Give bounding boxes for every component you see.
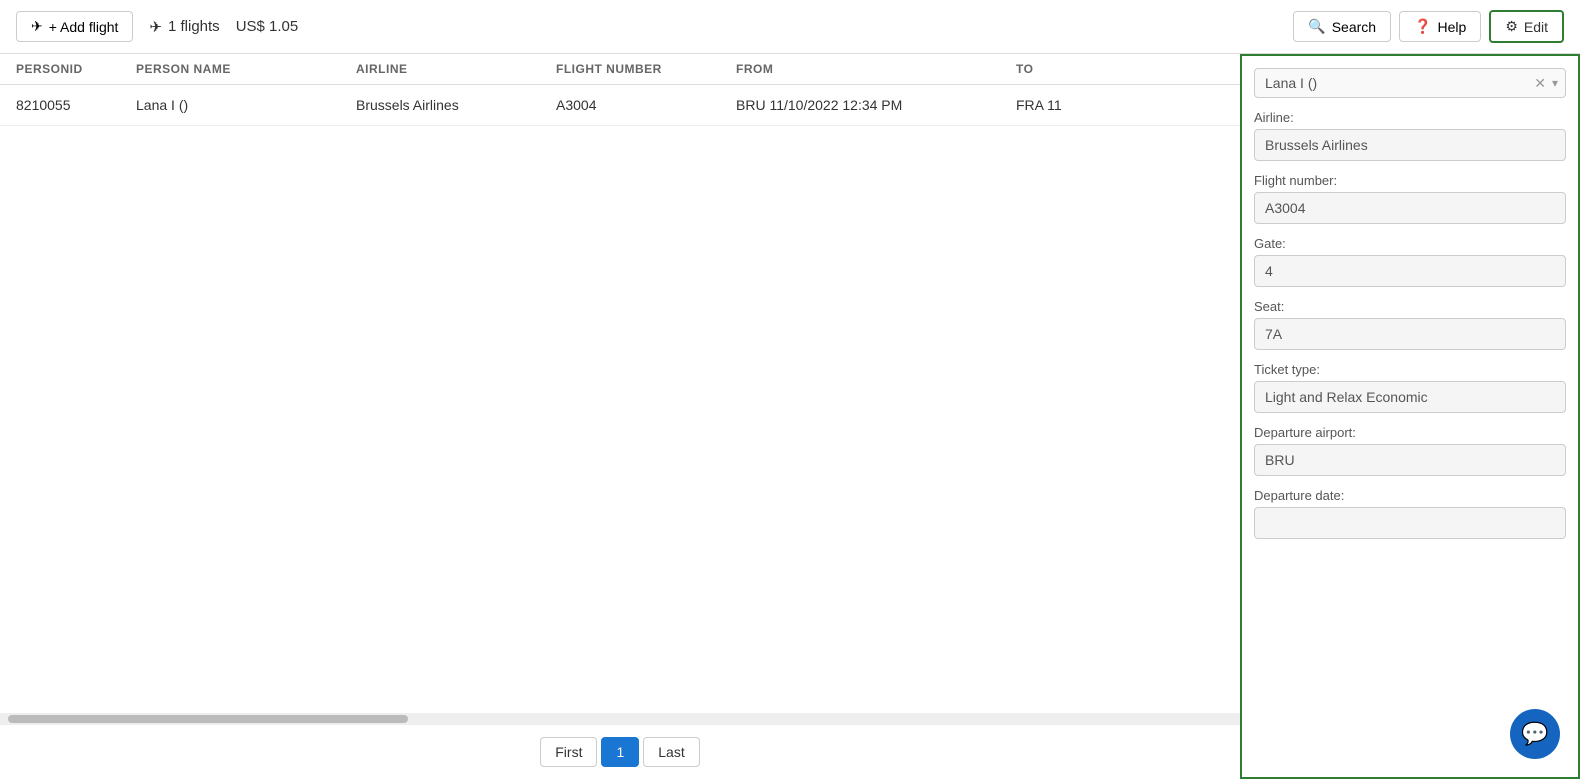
flight-number-value: A3004 — [1254, 192, 1566, 224]
gate-value: 4 — [1254, 255, 1566, 287]
table-area: PERSONID PERSON NAME AIRLINE FLIGHT NUMB… — [0, 54, 1240, 779]
departure-date-field-group: Departure date: — [1254, 488, 1566, 539]
add-flight-button[interactable]: ✈ + Add flight — [16, 11, 133, 42]
cell-flight-number: A3004 — [556, 97, 736, 113]
seat-value: 7A — [1254, 318, 1566, 350]
topbar: ✈ + Add flight ✈ 1 flights US$ 1.05 🔍 Se… — [0, 0, 1580, 54]
right-panel: ✕ ▾ Airline: Brussels Airlines Flight nu… — [1240, 54, 1580, 779]
pagination: First 1 Last — [0, 725, 1240, 779]
topbar-right: 🔍 Search ❓ Help ⚙ Edit — [1293, 10, 1564, 43]
seat-label: Seat: — [1254, 299, 1566, 314]
departure-date-label: Departure date: — [1254, 488, 1566, 503]
search-button[interactable]: 🔍 Search — [1293, 11, 1391, 42]
cost-display: US$ 1.05 — [236, 18, 299, 35]
chat-bubble-button[interactable]: 💬 — [1510, 709, 1560, 759]
table-header: PERSONID PERSON NAME AIRLINE FLIGHT NUMB… — [0, 54, 1240, 85]
last-page-button[interactable]: Last — [643, 737, 699, 767]
search-icon: 🔍 — [1308, 18, 1325, 35]
edit-button[interactable]: ⚙ Edit — [1489, 10, 1564, 43]
edit-label: Edit — [1524, 19, 1548, 35]
topbar-left: ✈ + Add flight ✈ 1 flights US$ 1.05 — [16, 11, 1277, 42]
help-icon: ❓ — [1414, 18, 1431, 35]
airline-label: Airline: — [1254, 110, 1566, 125]
col-flight-number: FLIGHT NUMBER — [556, 62, 736, 76]
ticket-type-value: Light and Relax Economic — [1254, 381, 1566, 413]
cell-person-name: Lana I () — [136, 97, 356, 113]
cell-airline: Brussels Airlines — [356, 97, 556, 113]
departure-airport-value: BRU — [1254, 444, 1566, 476]
ticket-type-label: Ticket type: — [1254, 362, 1566, 377]
help-label: Help — [1438, 19, 1467, 35]
flight-number-field-group: Flight number: A3004 — [1254, 173, 1566, 224]
airline-value: Brussels Airlines — [1254, 129, 1566, 161]
departure-airport-field-group: Departure airport: BRU — [1254, 425, 1566, 476]
person-search-wrapper: ✕ ▾ — [1254, 68, 1566, 98]
cost-label: US$ 1.05 — [236, 18, 299, 35]
cell-personid: 8210055 — [16, 97, 136, 113]
person-search-input[interactable] — [1254, 68, 1566, 98]
first-page-button[interactable]: First — [540, 737, 597, 767]
col-personid: PERSONID — [16, 62, 136, 76]
cell-from: BRU 11/10/2022 12:34 PM — [736, 97, 1016, 113]
col-person-name: PERSON NAME — [136, 62, 356, 76]
flights-count-label: 1 flights — [168, 18, 220, 35]
gate-field-group: Gate: 4 — [1254, 236, 1566, 287]
col-from: FROM — [736, 62, 1016, 76]
plane-icon: ✈ — [149, 18, 162, 36]
search-label: Search — [1332, 19, 1376, 35]
gate-label: Gate: — [1254, 236, 1566, 251]
flight-number-label: Flight number: — [1254, 173, 1566, 188]
clear-icon[interactable]: ✕ — [1534, 75, 1546, 92]
horizontal-scrollbar[interactable] — [0, 713, 1240, 725]
chat-icon: 💬 — [1521, 721, 1548, 747]
help-button[interactable]: ❓ Help — [1399, 11, 1481, 42]
airline-field-group: Airline: Brussels Airlines — [1254, 110, 1566, 161]
departure-date-value — [1254, 507, 1566, 539]
table-row[interactable]: 8210055 Lana I () Brussels Airlines A300… — [0, 85, 1240, 126]
seat-field-group: Seat: 7A — [1254, 299, 1566, 350]
main-content: PERSONID PERSON NAME AIRLINE FLIGHT NUMB… — [0, 54, 1580, 779]
page-1-button[interactable]: 1 — [601, 737, 639, 767]
gear-icon: ⚙ — [1505, 18, 1518, 35]
select-icons: ✕ ▾ — [1534, 75, 1558, 92]
scrollbar-thumb[interactable] — [8, 715, 408, 723]
flights-count: ✈ 1 flights — [149, 18, 219, 36]
ticket-type-field-group: Ticket type: Light and Relax Economic — [1254, 362, 1566, 413]
departure-airport-label: Departure airport: — [1254, 425, 1566, 440]
col-airline: AIRLINE — [356, 62, 556, 76]
cell-to: FRA 11 — [1016, 97, 1136, 113]
table-body: 8210055 Lana I () Brussels Airlines A300… — [0, 85, 1240, 713]
chevron-down-icon[interactable]: ▾ — [1552, 76, 1558, 90]
add-flight-label: + Add flight — [49, 19, 119, 35]
plus-icon: ✈ — [31, 18, 43, 35]
col-to: TO — [1016, 62, 1136, 76]
